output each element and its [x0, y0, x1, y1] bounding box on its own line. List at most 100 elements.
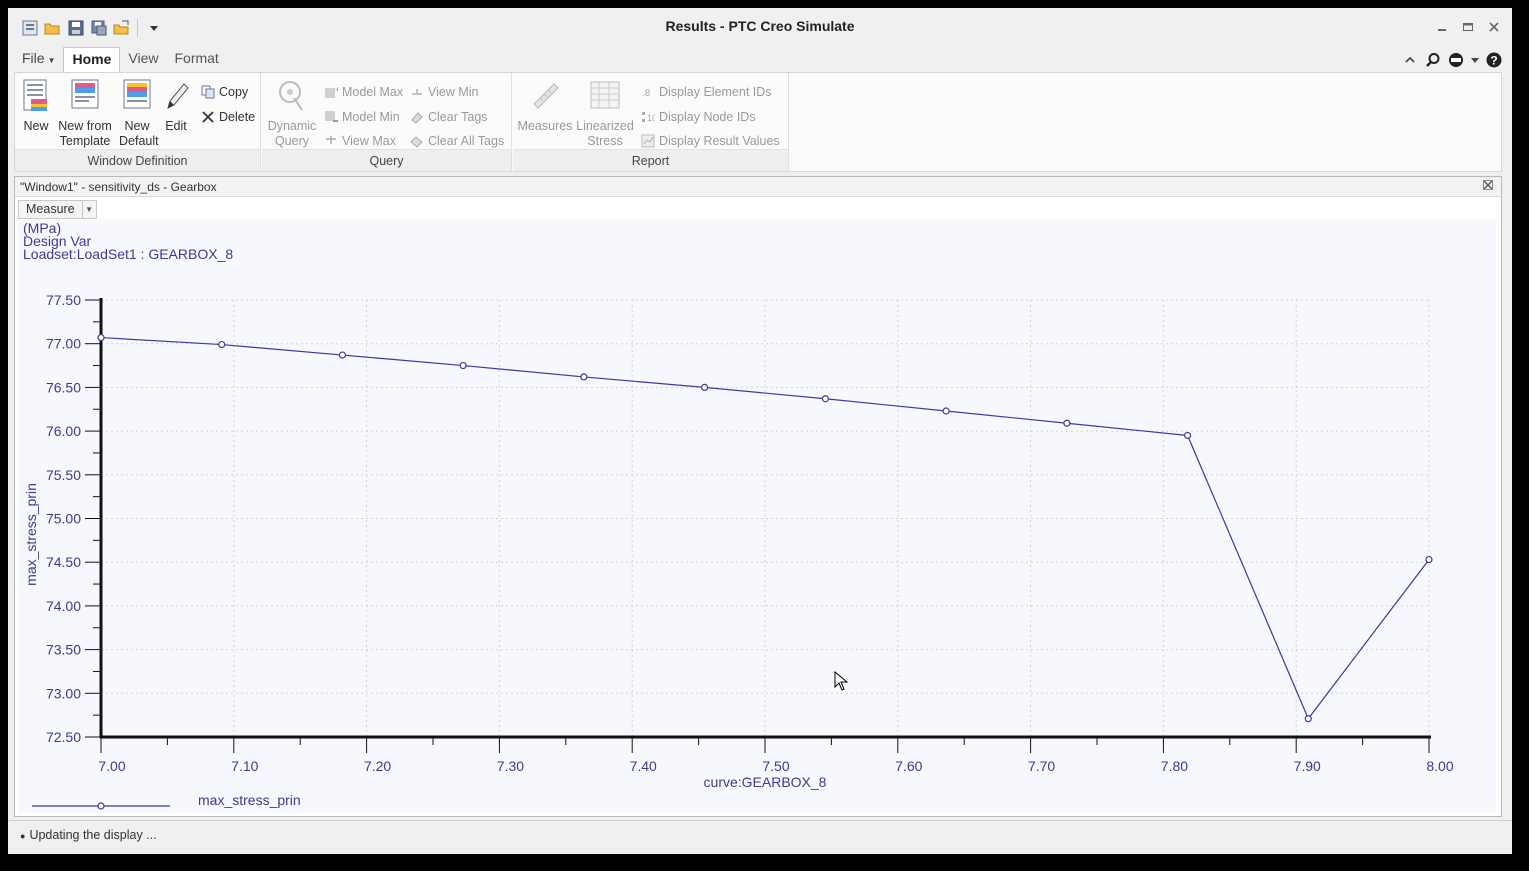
x-tick-label: 7.00 [98, 758, 125, 774]
linearized-stress-button[interactable]: Linearized Stress [575, 77, 635, 149]
y-tick-label: 72.50 [46, 729, 81, 745]
x-tick-label: 7.30 [497, 758, 524, 774]
data-point[interactable] [338, 351, 347, 359]
delete-button[interactable]: Delete [201, 108, 255, 126]
view-max-button[interactable]: View Max [324, 132, 396, 150]
window-title: Results - PTC Creo Simulate [665, 18, 855, 34]
data-point[interactable] [1304, 715, 1312, 723]
y-tick-label: 75.00 [46, 511, 81, 527]
linearized-stress-label-2: Stress [587, 134, 623, 148]
window-controls [1434, 20, 1502, 34]
y-tick-label: 76.00 [46, 423, 81, 439]
data-point[interactable] [700, 383, 709, 391]
line-chart[interactable]: (MPa)Design VarLoadset:LoadSet1 : GEARBO… [18, 219, 1496, 813]
model-max-label: Model Max [342, 85, 404, 99]
new-from-template-button[interactable]: New from Template [57, 77, 113, 149]
data-point[interactable] [1425, 555, 1433, 564]
community-icon[interactable] [1448, 52, 1464, 68]
help-icon[interactable]: ? [1486, 52, 1502, 68]
data-point[interactable] [459, 361, 467, 370]
group-report: Measures Linearized Stress .8 Display El… [513, 73, 789, 171]
search-icon[interactable] [1425, 52, 1441, 68]
tab-home[interactable]: Home [63, 47, 121, 72]
x-axis-label: curve:GEARBOX_8 [704, 774, 827, 790]
measure-dropdown[interactable]: Measure ▼ [18, 200, 97, 219]
legend-marker [97, 802, 105, 810]
tab-file-label: File [22, 50, 45, 66]
help-controls: ? [1402, 52, 1502, 68]
close-icon[interactable] [1483, 179, 1493, 193]
new-default-label-2: Default [119, 134, 159, 148]
restore-icon[interactable] [1460, 20, 1476, 34]
measures-button[interactable]: Measures [517, 77, 573, 134]
collapse-ribbon-icon[interactable] [1402, 52, 1418, 68]
dynamic-query-label-1: Dynamic [267, 119, 317, 133]
clear-tags-button[interactable]: Clear Tags [410, 108, 488, 126]
status-message: ● Updating the display ... [20, 828, 157, 842]
copy-label: Copy [219, 85, 249, 99]
tab-home-label: Home [72, 51, 112, 67]
edit-label: Edit [165, 119, 187, 133]
x-tick-label: 7.70 [1028, 758, 1055, 774]
x-tick-label: 7.90 [1294, 758, 1321, 774]
x-tick-label: 8.00 [1426, 758, 1453, 774]
status-label: Updating the display ... [29, 828, 157, 842]
result-window-title: "Window1" - sensitivity_ds - Gearbox [20, 180, 217, 194]
y-tick-label: 77.50 [46, 292, 81, 308]
display-node-ids-button[interactable]: 10 Display Node IDs [641, 108, 756, 126]
new-label: New [23, 119, 49, 133]
model-min-button[interactable]: Model Min [324, 108, 400, 126]
svg-text:+: + [335, 85, 338, 94]
data-point[interactable] [942, 407, 950, 415]
chevron-down-icon[interactable] [1471, 52, 1479, 68]
new-button[interactable]: New [19, 77, 53, 134]
data-point[interactable] [97, 333, 105, 342]
element-ids-icon: .8 [641, 85, 655, 99]
display-result-values-button[interactable]: Display Result Values [641, 132, 780, 150]
default-window-icon [119, 77, 155, 115]
tab-view-label: View [128, 50, 159, 66]
dynamic-query-button[interactable]: Dynamic Query [266, 77, 318, 149]
view-min-button[interactable]: View Min [410, 83, 478, 101]
linearized-stress-icon [575, 77, 635, 115]
bullet-icon: ● [20, 830, 26, 841]
y-tick-label: 75.50 [46, 467, 81, 483]
eraser-icon [410, 110, 424, 124]
model-min-label: Model Min [342, 110, 400, 124]
copy-button[interactable]: Copy [201, 83, 248, 101]
dynamic-query-label-2: Query [274, 134, 310, 148]
y-tick-label: 76.50 [46, 379, 81, 395]
tab-view[interactable]: View [120, 47, 166, 72]
measures-label: Measures [517, 119, 573, 133]
clear-all-tags-button[interactable]: Clear All Tags [410, 132, 504, 150]
legend-label: max_stress_prin [198, 792, 301, 808]
clear-tags-label: Clear Tags [428, 110, 488, 124]
minimize-icon[interactable] [1434, 20, 1450, 34]
chart-header-line: Loadset:LoadSet1 : GEARBOX_8 [23, 246, 233, 262]
y-tick-label: 74.00 [46, 598, 81, 614]
delete-label: Delete [219, 110, 256, 124]
group-label-report: Report [513, 149, 788, 171]
tab-format[interactable]: Format [166, 47, 226, 72]
view-min-label: View Min [428, 85, 479, 99]
y-tick-label: 74.50 [46, 554, 81, 570]
edit-button[interactable]: Edit [161, 77, 191, 134]
eraser-all-icon [410, 134, 424, 148]
data-point[interactable] [218, 340, 226, 349]
new-default-button[interactable]: New Default [119, 77, 159, 149]
copy-icon [201, 85, 215, 99]
display-element-ids-button[interactable]: .8 Display Element IDs [641, 83, 772, 101]
data-point[interactable] [1063, 419, 1071, 427]
result-values-icon [641, 134, 655, 148]
close-icon[interactable] [1486, 20, 1502, 34]
data-point[interactable] [580, 373, 588, 381]
linearized-stress-label-1: Linearized [576, 119, 634, 133]
node-ids-icon: 10 [641, 110, 655, 124]
graph-area[interactable]: (MPa) Design Var Loadset:LoadSet1 : GEARBO… [18, 219, 1496, 813]
view-max-icon [324, 134, 338, 148]
tab-file[interactable]: File ▼ [14, 47, 63, 72]
x-tick-label: 7.50 [762, 758, 789, 774]
data-point[interactable] [1183, 431, 1192, 440]
data-point[interactable] [821, 395, 830, 403]
model-max-button[interactable]: + Model Max [324, 83, 403, 101]
